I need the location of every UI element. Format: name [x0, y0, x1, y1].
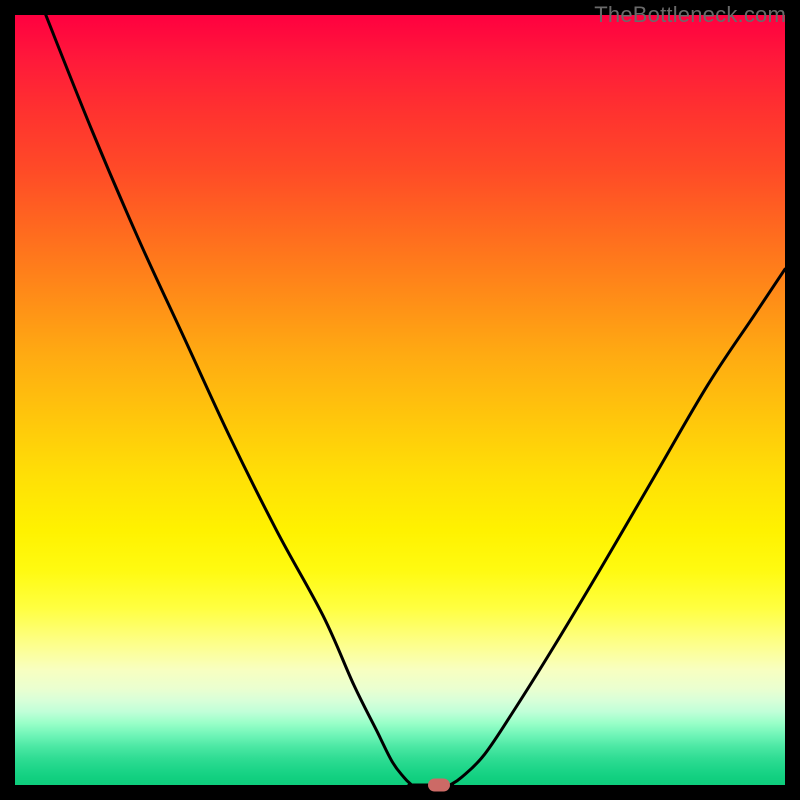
- bottleneck-curve: [15, 15, 785, 785]
- plot-area: [15, 15, 785, 785]
- watermark-text: TheBottleneck.com: [594, 2, 786, 28]
- optimal-point-marker: [428, 779, 450, 792]
